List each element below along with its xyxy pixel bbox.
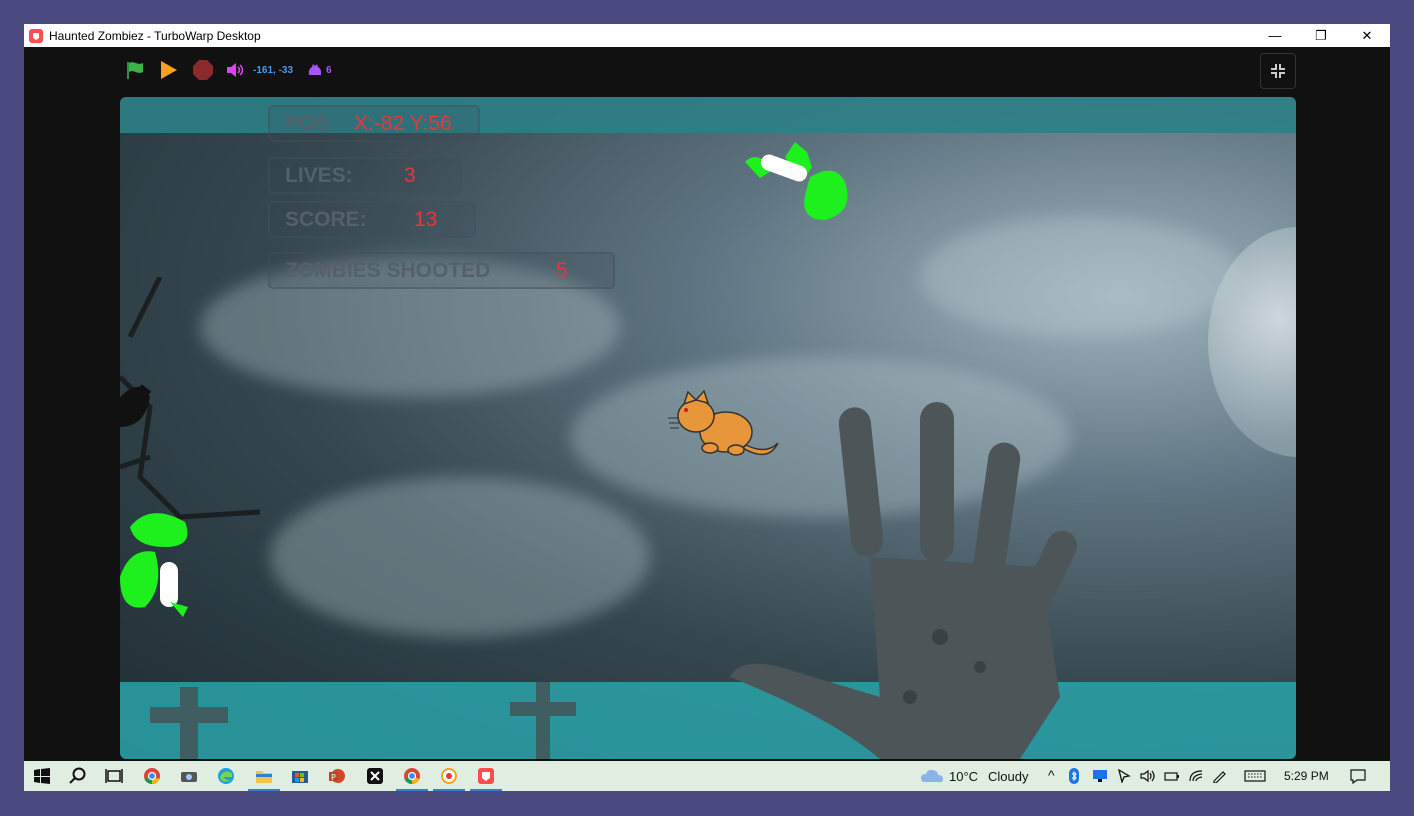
app-window: Haunted Zombiez - TurboWarp Desktop — ❐ … — [24, 24, 1390, 791]
position-label: POS — [285, 111, 330, 135]
green-flag-icon[interactable] — [124, 59, 146, 81]
game-stage[interactable]: POS X:-82 Y:56 LIVES: 3 SCORE: 13 ZOMBIE… — [120, 97, 1296, 759]
weather-cloud-icon[interactable] — [914, 761, 950, 791]
cloud — [920, 217, 1240, 337]
cat-sprite — [668, 390, 779, 456]
chevron-up-icon[interactable]: ^ — [1048, 767, 1055, 783]
tombstone-cross — [510, 682, 576, 759]
window-title: Haunted Zombiez - TurboWarp Desktop — [49, 28, 261, 43]
position-value: X:-82 Y:56 — [354, 111, 452, 135]
volume-icon[interactable] — [1136, 761, 1160, 791]
network-device-icon[interactable] — [1088, 761, 1112, 791]
restore-button[interactable]: ❐ — [1298, 24, 1344, 47]
mouse-coordinates: -161, -33 — [253, 64, 294, 76]
scratch-icon[interactable] — [431, 761, 467, 791]
weather-temperature[interactable]: 10°C — [949, 769, 978, 784]
wifi-icon[interactable] — [1184, 761, 1208, 791]
chrome-profile-icon[interactable] — [394, 761, 430, 791]
clock[interactable]: 5:29 PM — [1284, 769, 1329, 783]
windows-taskbar: P 10°C Cloudy ^ 5:29 PM — [24, 761, 1390, 791]
tombstone-cross — [150, 687, 228, 759]
edge-icon[interactable] — [208, 761, 244, 791]
notifications-icon[interactable] — [1340, 761, 1376, 791]
score-value: 13 — [414, 207, 438, 231]
stop-icon[interactable] — [192, 59, 214, 81]
clone-icon — [307, 59, 321, 81]
turbowarp-icon[interactable] — [468, 761, 504, 791]
lives-label: LIVES: — [285, 163, 353, 187]
zombie-hand — [730, 402, 1077, 759]
sound-icon[interactable] — [225, 59, 245, 81]
fullscreen-exit-icon — [1271, 64, 1285, 78]
player-toolbar: -161, -33 6 — [24, 47, 1390, 95]
exit-fullscreen-button[interactable] — [1260, 53, 1296, 89]
zombies-shooted-value: 5 — [556, 258, 568, 282]
zombie-sprite — [745, 142, 848, 220]
play-pause-icon[interactable] — [159, 59, 179, 81]
search-icon[interactable] — [60, 761, 96, 791]
score-display: SCORE: 13 — [268, 201, 476, 238]
file-explorer-icon[interactable] — [246, 761, 282, 791]
zombies-shooted-label: ZOMBIES SHOOTED — [285, 258, 491, 282]
bluetooth-icon[interactable] — [1062, 761, 1086, 791]
powerpoint-icon[interactable]: P — [319, 761, 355, 791]
lives-display: LIVES: 3 — [268, 157, 462, 194]
turbowarp-icon — [29, 28, 43, 43]
task-view-icon[interactable] — [96, 761, 132, 791]
capcut-icon[interactable] — [357, 761, 393, 791]
chrome-icon[interactable] — [134, 761, 170, 791]
zombie-sprite — [120, 513, 188, 617]
camera-icon[interactable] — [171, 761, 207, 791]
pen-icon[interactable] — [1112, 761, 1136, 791]
keyboard-icon[interactable] — [1240, 761, 1270, 791]
zombies-shooted-display: ZOMBIES SHOOTED 5 — [268, 252, 615, 289]
store-icon[interactable] — [282, 761, 318, 791]
minimize-button[interactable]: — — [1252, 24, 1298, 47]
svg-text:P: P — [331, 773, 336, 782]
clone-count: 6 — [326, 64, 332, 76]
title-bar[interactable]: Haunted Zombiez - TurboWarp Desktop — ❐ … — [24, 24, 1390, 47]
start-icon[interactable] — [24, 761, 60, 791]
battery-icon[interactable] — [1160, 761, 1184, 791]
lives-value: 3 — [404, 163, 416, 187]
cloud — [270, 477, 650, 637]
close-button[interactable]: ✕ — [1344, 24, 1390, 47]
position-display: POS X:-82 Y:56 — [268, 105, 480, 142]
weather-condition[interactable]: Cloudy — [988, 769, 1028, 784]
score-label: SCORE: — [285, 207, 367, 231]
pen-workspace-icon[interactable] — [1208, 761, 1232, 791]
